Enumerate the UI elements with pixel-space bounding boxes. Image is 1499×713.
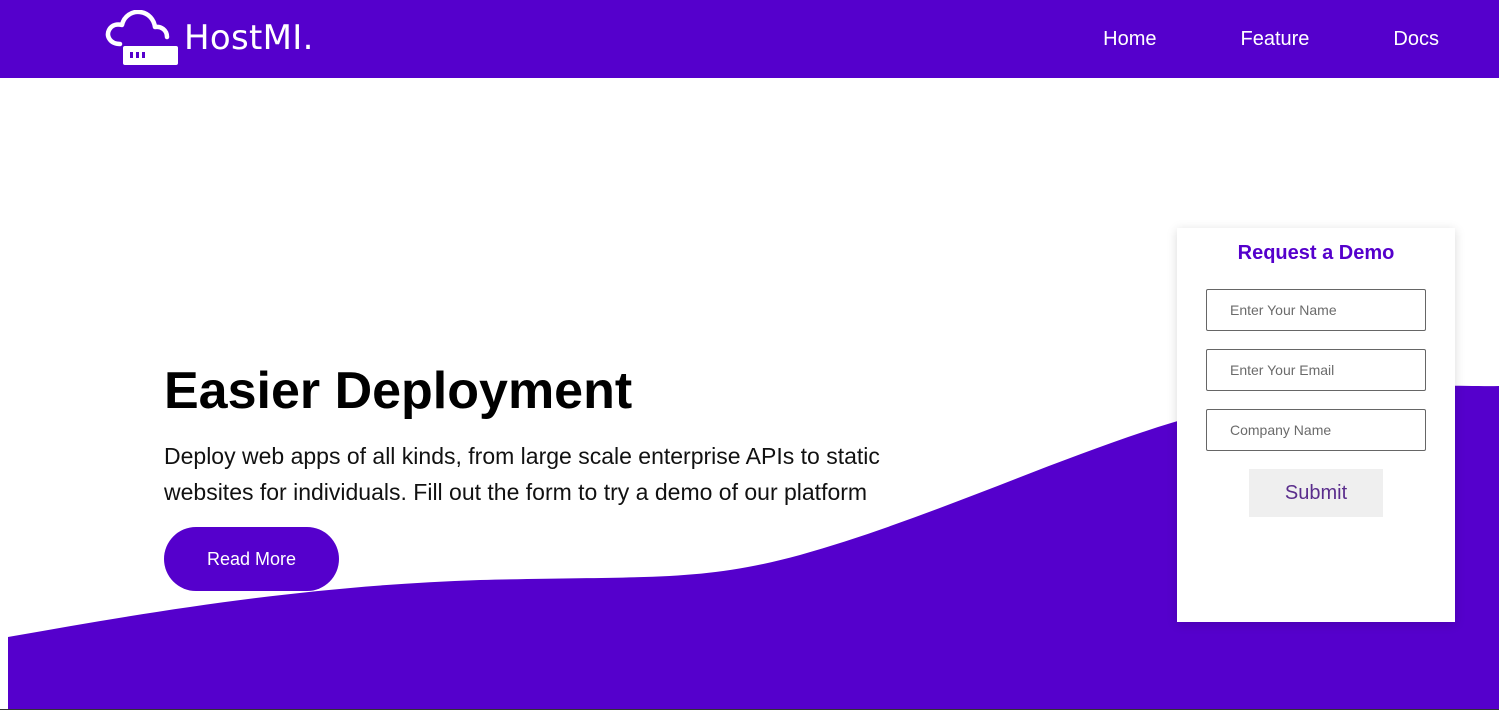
- nav-home-link[interactable]: Home: [1103, 28, 1156, 51]
- brand-name: HostMI.: [184, 18, 314, 58]
- brand-logo[interactable]: HostMI.: [104, 8, 314, 68]
- read-more-button[interactable]: Read More: [164, 527, 339, 591]
- request-demo-form: Request a Demo Submit: [1177, 228, 1455, 622]
- page-bottom-divider: [0, 709, 1499, 710]
- submit-button[interactable]: Submit: [1249, 469, 1383, 517]
- nav-links: Home Feature Docs: [1019, 0, 1439, 78]
- email-input[interactable]: [1206, 349, 1426, 391]
- company-input[interactable]: [1206, 409, 1426, 451]
- top-navbar: HostMI. Home Feature Docs: [0, 0, 1499, 78]
- cloud-server-icon: [105, 10, 178, 65]
- landing-page: HostMI. Home Feature Docs Easier Deploym…: [0, 0, 1499, 713]
- form-title: Request a Demo: [1237, 242, 1395, 264]
- hero-description: Deploy web apps of all kinds, from large…: [164, 443, 880, 505]
- nav-feature-link[interactable]: Feature: [1240, 28, 1309, 51]
- name-input[interactable]: [1206, 289, 1426, 331]
- nav-docs-link[interactable]: Docs: [1393, 28, 1439, 51]
- hero-title: Easier Deployment: [164, 362, 633, 420]
